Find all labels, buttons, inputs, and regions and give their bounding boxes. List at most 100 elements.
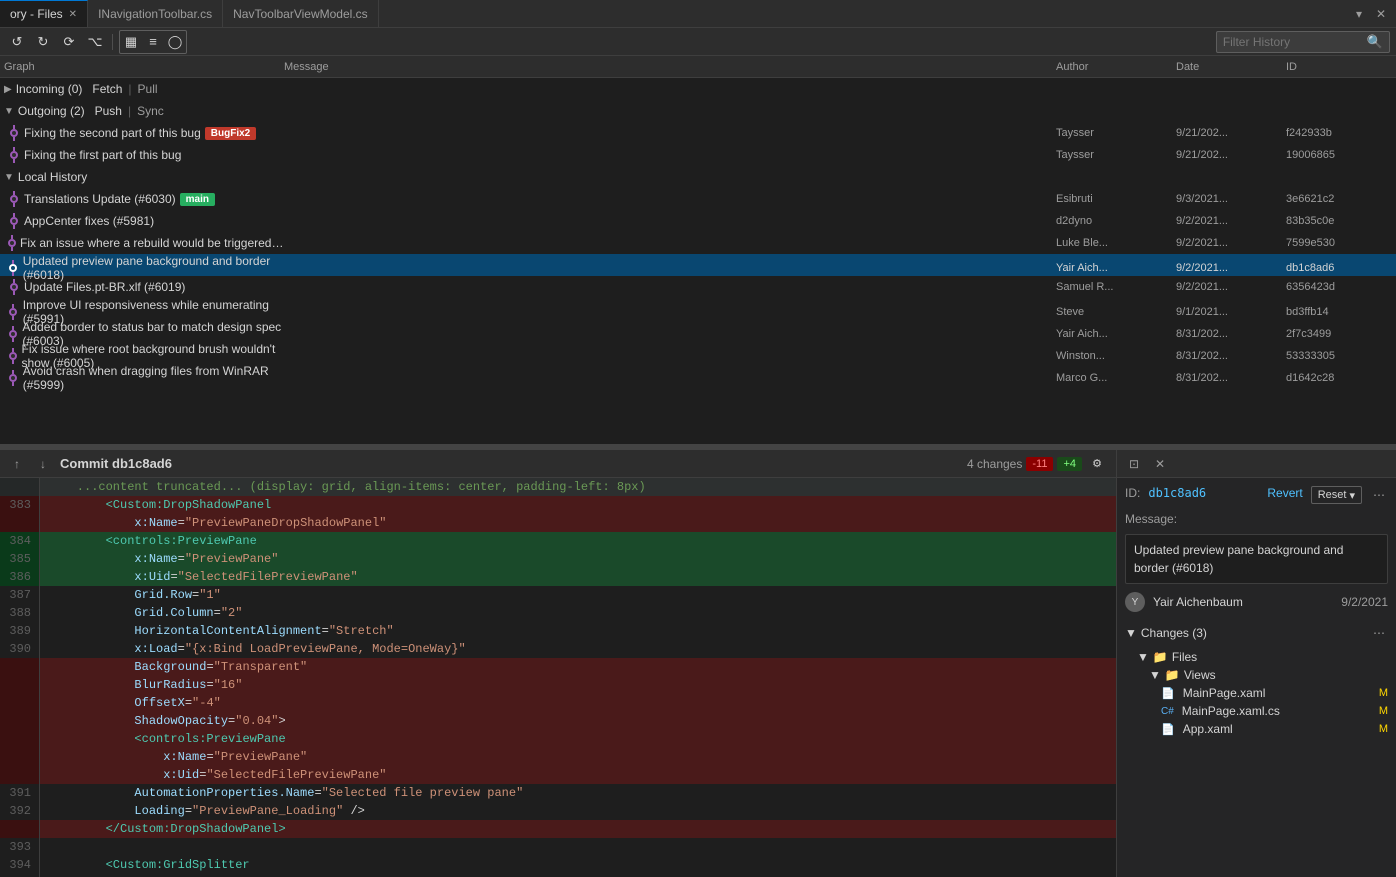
date-6356423d: 9/2/2021... xyxy=(1176,281,1286,293)
push-link[interactable]: Push xyxy=(95,104,122,118)
author-19006865: Taysser xyxy=(1056,149,1176,161)
expand-down-icon[interactable]: ↓ xyxy=(34,455,52,473)
pull-link[interactable]: Pull xyxy=(138,82,158,96)
commit-row-d1642c28[interactable]: Avoid crash when dragging files from Win… xyxy=(0,364,1396,386)
id-value: db1c8ad6 xyxy=(1148,486,1206,504)
tab-expand-icon[interactable]: ▾ xyxy=(1350,5,1368,23)
toolbar-circle-btn[interactable]: ◯ xyxy=(164,31,186,53)
tab-close-history-files[interactable]: ✕ xyxy=(69,9,77,20)
commit-row-f242933b[interactable]: Fixing the second part of this bug BugFi… xyxy=(0,122,1396,144)
right-panel: ⊡ ✕ ID: db1c8ad6 Revert Reset ▾ ⋯ Messag… xyxy=(1116,450,1396,877)
code-line-391: 391 AutomationProperties.Name="Selected … xyxy=(0,784,1116,802)
mainpage-xaml-cs-label: MainPage.xaml.cs xyxy=(1182,704,1280,718)
toolbar-graph-view-btn[interactable]: ▦ xyxy=(120,31,142,53)
tree-app-xaml[interactable]: 📄 App.xaml M xyxy=(1125,720,1388,738)
sep: | xyxy=(128,82,131,96)
commit-row-2f7c3499[interactable]: Added border to status bar to match desi… xyxy=(0,320,1396,342)
commit-row-6356423d[interactable]: Update Files.pt-BR.xlf (#6019) Samuel R.… xyxy=(0,276,1396,298)
history-panel: Graph Message Author Date ID ▶ Incoming … xyxy=(0,56,1396,446)
date-3e6621c2: 9/3/2021... xyxy=(1176,193,1286,205)
commit-row-19006865[interactable]: Fixing the first part of this bug Taysse… xyxy=(0,144,1396,166)
sync-link[interactable]: Sync xyxy=(137,104,164,118)
tab-close-icon[interactable]: ✕ xyxy=(1372,5,1390,23)
id-d1642c28: d1642c28 xyxy=(1286,372,1376,384)
revert-link[interactable]: Revert xyxy=(1267,486,1302,504)
commit-row-53333305[interactable]: Fix issue where root background brush wo… xyxy=(0,342,1396,364)
root-folder-label: Files xyxy=(1172,650,1197,664)
changes-section-header[interactable]: ▼ Changes (3) ⋯ xyxy=(1125,624,1388,642)
close-panel-icon[interactable]: ✕ xyxy=(1151,455,1169,473)
message-label-row: Message: xyxy=(1125,512,1388,526)
author-6356423d: Samuel R... xyxy=(1056,281,1176,293)
reset-chevron-icon: ▾ xyxy=(1349,489,1355,502)
dot-bd3ffb14 xyxy=(9,308,17,316)
tab-history-files-label: ory - Files xyxy=(10,7,63,21)
minimize-panel-icon[interactable]: ⊡ xyxy=(1125,455,1143,473)
app-xaml-file-icon: 📄 xyxy=(1161,723,1175,736)
commit-row-7599e530[interactable]: Fix an issue where a rebuild would be tr… xyxy=(0,232,1396,254)
tab-inavtoolbar-label: INavigationToolbar.cs xyxy=(98,7,212,21)
toolbar-forward-btn[interactable]: ↻ xyxy=(32,31,54,53)
code-line-uid-removed: x:Uid="SelectedFilePreviewPane" xyxy=(0,766,1116,784)
reset-btn[interactable]: Reset ▾ xyxy=(1311,486,1362,504)
tab-history-files[interactable]: ory - Files ✕ xyxy=(0,0,88,27)
code-line-394: 394 <Custom:GridSplitter xyxy=(0,856,1116,874)
minimize-icon[interactable]: ↑ xyxy=(8,455,26,473)
author-2f7c3499: Yair Aich... xyxy=(1056,328,1176,340)
section-local[interactable]: ▼ Local History xyxy=(0,166,1396,188)
code-line-383: 383 <Custom:DropShadowPanel xyxy=(0,496,1116,514)
section-outgoing[interactable]: ▼ Outgoing (2) Push | Sync xyxy=(0,100,1396,122)
code-line-385: 385 x:Name="PreviewPane" xyxy=(0,550,1116,568)
section-incoming[interactable]: ▶ Incoming (0) Fetch | Pull xyxy=(0,78,1396,100)
author-name: Yair Aichenbaum xyxy=(1153,595,1243,609)
section-outgoing-actions: Push | Sync xyxy=(95,104,164,118)
tab-navtoolbarvm[interactable]: NavToolbarViewModel.cs xyxy=(223,0,379,27)
toolbar-fork-btn[interactable]: ⌥ xyxy=(84,31,106,53)
history-content[interactable]: ▶ Incoming (0) Fetch | Pull ▼ Outgoing (… xyxy=(0,78,1396,444)
code-line-384: 384 <controls:PreviewPane xyxy=(0,532,1116,550)
dot-83b35c0e xyxy=(10,217,18,225)
commit-row-bd3ffb14[interactable]: Improve UI responsiveness while enumerat… xyxy=(0,298,1396,320)
reset-label: Reset xyxy=(1318,489,1347,501)
toolbar-list-view-btn[interactable]: ≡ xyxy=(142,31,164,53)
tree-root[interactable]: ▼ 📁 Files xyxy=(1125,648,1388,666)
date-53333305: 8/31/202... xyxy=(1176,350,1286,362)
fetch-link[interactable]: Fetch xyxy=(92,82,122,96)
date-83b35c0e: 9/2/2021... xyxy=(1176,215,1286,227)
id-6356423d: 6356423d xyxy=(1286,281,1376,293)
code-line-392: 392 Loading="PreviewPane_Loading" /> xyxy=(0,802,1116,820)
changes-more-icon[interactable]: ⋯ xyxy=(1370,624,1388,642)
author-avatar: Y xyxy=(1125,592,1145,612)
more-options-icon[interactable]: ⋯ xyxy=(1370,486,1388,504)
tab-inavtoolbar[interactable]: INavigationToolbar.cs xyxy=(88,0,223,27)
tree-views-folder[interactable]: ▼ 📁 Views xyxy=(1125,666,1388,684)
code-view[interactable]: ...content truncated... (display: grid, … xyxy=(0,478,1116,877)
graph-cell-7599e530: Fix an issue where a rebuild would be tr… xyxy=(4,235,284,251)
id-row: ID: db1c8ad6 Revert Reset ▾ ⋯ xyxy=(1125,486,1388,504)
views-folder-icon: 📁 xyxy=(1165,668,1180,682)
cs-file-icon: C# xyxy=(1161,706,1174,717)
col-date: Date xyxy=(1176,61,1286,73)
toolbar-view-group: ▦ ≡ ◯ xyxy=(119,30,187,54)
id-53333305: 53333305 xyxy=(1286,350,1376,362)
date-bd3ffb14: 9/1/2021... xyxy=(1176,306,1286,318)
commit-row-3e6621c2[interactable]: Translations Update (#6030) main Esibrut… xyxy=(0,188,1396,210)
toolbar-refresh-btn[interactable]: ⟳ xyxy=(58,31,80,53)
code-line-name-removed: x:Name="PreviewPane" xyxy=(0,748,1116,766)
filter-history-input[interactable] xyxy=(1223,35,1363,49)
expand-local-icon: ▼ xyxy=(4,172,14,183)
msg-3e6621c2: Translations Update (#6030) xyxy=(24,192,176,206)
tree-mainpage-xaml[interactable]: 📄 MainPage.xaml M xyxy=(1125,684,1388,702)
graph-cell-d1642c28: Avoid crash when dragging files from Win… xyxy=(4,364,284,392)
commit-row-db1c8ad6[interactable]: Updated preview pane background and bord… xyxy=(0,254,1396,276)
toolbar-sep1 xyxy=(112,34,113,50)
tab-bar: ory - Files ✕ INavigationToolbar.cs NavT… xyxy=(0,0,1396,28)
col-id: ID xyxy=(1286,61,1376,73)
toolbar-back-btn[interactable]: ↺ xyxy=(6,31,28,53)
commit-row-83b35c0e[interactable]: AppCenter fixes (#5981) d2dyno 9/2/2021.… xyxy=(0,210,1396,232)
tree-mainpage-xaml-cs[interactable]: C# MainPage.xaml.cs M xyxy=(1125,702,1388,720)
mainpage-xaml-label: MainPage.xaml xyxy=(1183,686,1266,700)
id-7599e530: 7599e530 xyxy=(1286,237,1376,249)
code-line-387: 387 Grid.Row="1" xyxy=(0,586,1116,604)
settings-diff-btn[interactable]: ⚙ xyxy=(1086,454,1108,474)
